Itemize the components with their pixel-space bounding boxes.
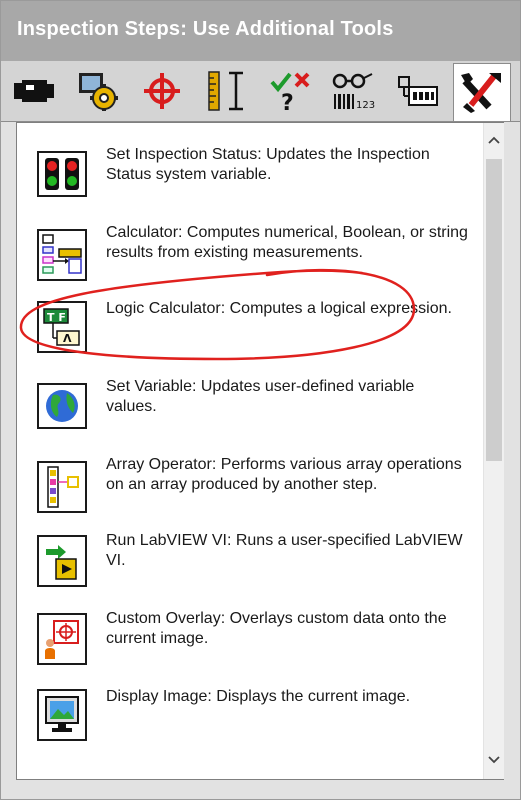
array-icon: [37, 461, 87, 513]
item-label: Set Variable: Updates user-defined varia…: [106, 378, 415, 415]
tab-image-processing[interactable]: [71, 67, 125, 115]
inspection-steps-panel: Inspection Steps: Use Additional Tools ?…: [0, 0, 521, 800]
logic-calculator-icon: T F Λ: [37, 301, 87, 353]
tab-communicate[interactable]: [391, 67, 445, 115]
tab-acquire-image[interactable]: [7, 67, 61, 115]
check-pass-fail-icon: ?: [270, 72, 310, 112]
image-processing-gear-icon: [79, 73, 118, 111]
tab-locate[interactable]: [135, 67, 189, 115]
measure-ruler-icon: [208, 71, 243, 111]
svg-text:T F: T F: [47, 311, 66, 324]
scroll-down-button[interactable]: [484, 743, 504, 777]
item-label: Calculator: Computes numerical, Boolean,…: [106, 224, 468, 261]
traffic-light-icon: [37, 151, 87, 197]
scroll-up-button[interactable]: [484, 123, 504, 157]
svg-text:Λ: Λ: [63, 332, 72, 345]
item-label: Run LabVIEW VI: Runs a user-specified La…: [106, 532, 463, 569]
chevron-down-icon: [488, 756, 500, 764]
identify-barcode-icon: 123: [332, 73, 375, 111]
tool-list: Set Inspection Status: Updates the Inspe…: [17, 123, 483, 779]
title-bar: Inspection Steps: Use Additional Tools: [1, 1, 520, 61]
scroll-thumb[interactable]: [486, 159, 502, 461]
tab-bar: ? 123: [1, 61, 520, 122]
monitor-icon: [37, 689, 87, 741]
calculator-icon: [37, 229, 87, 281]
tool-list-frame: Set Inspection Status: Updates the Inspe…: [16, 122, 504, 780]
item-label: Logic Calculator: Computes a logical exp…: [106, 300, 452, 317]
acquire-image-icon: [14, 80, 54, 102]
item-label: Set Inspection Status: Updates the Inspe…: [106, 146, 430, 183]
tab-identify[interactable]: 123: [327, 67, 381, 115]
chevron-up-icon: [488, 136, 500, 144]
item-label: Custom Overlay: Overlays custom data ont…: [106, 610, 447, 647]
additional-tools-icon: [461, 72, 501, 113]
tab-additional-tools[interactable]: [453, 63, 511, 121]
globe-icon: [37, 383, 87, 429]
svg-text:123: 123: [356, 100, 375, 111]
item-label: Display Image: Displays the current imag…: [106, 688, 411, 705]
tab-measure[interactable]: [199, 67, 253, 115]
svg-text:?: ?: [281, 91, 294, 112]
item-label: Array Operator: Performs various array o…: [106, 456, 462, 493]
locate-crosshair-icon: [144, 73, 180, 109]
tab-check[interactable]: ?: [263, 67, 317, 115]
overlay-icon: [37, 613, 87, 665]
communicate-io-icon: [398, 76, 438, 106]
vertical-scrollbar[interactable]: [483, 123, 504, 779]
panel-title: Inspection Steps: Use Additional Tools: [17, 18, 394, 40]
labview-vi-icon: [37, 535, 87, 587]
